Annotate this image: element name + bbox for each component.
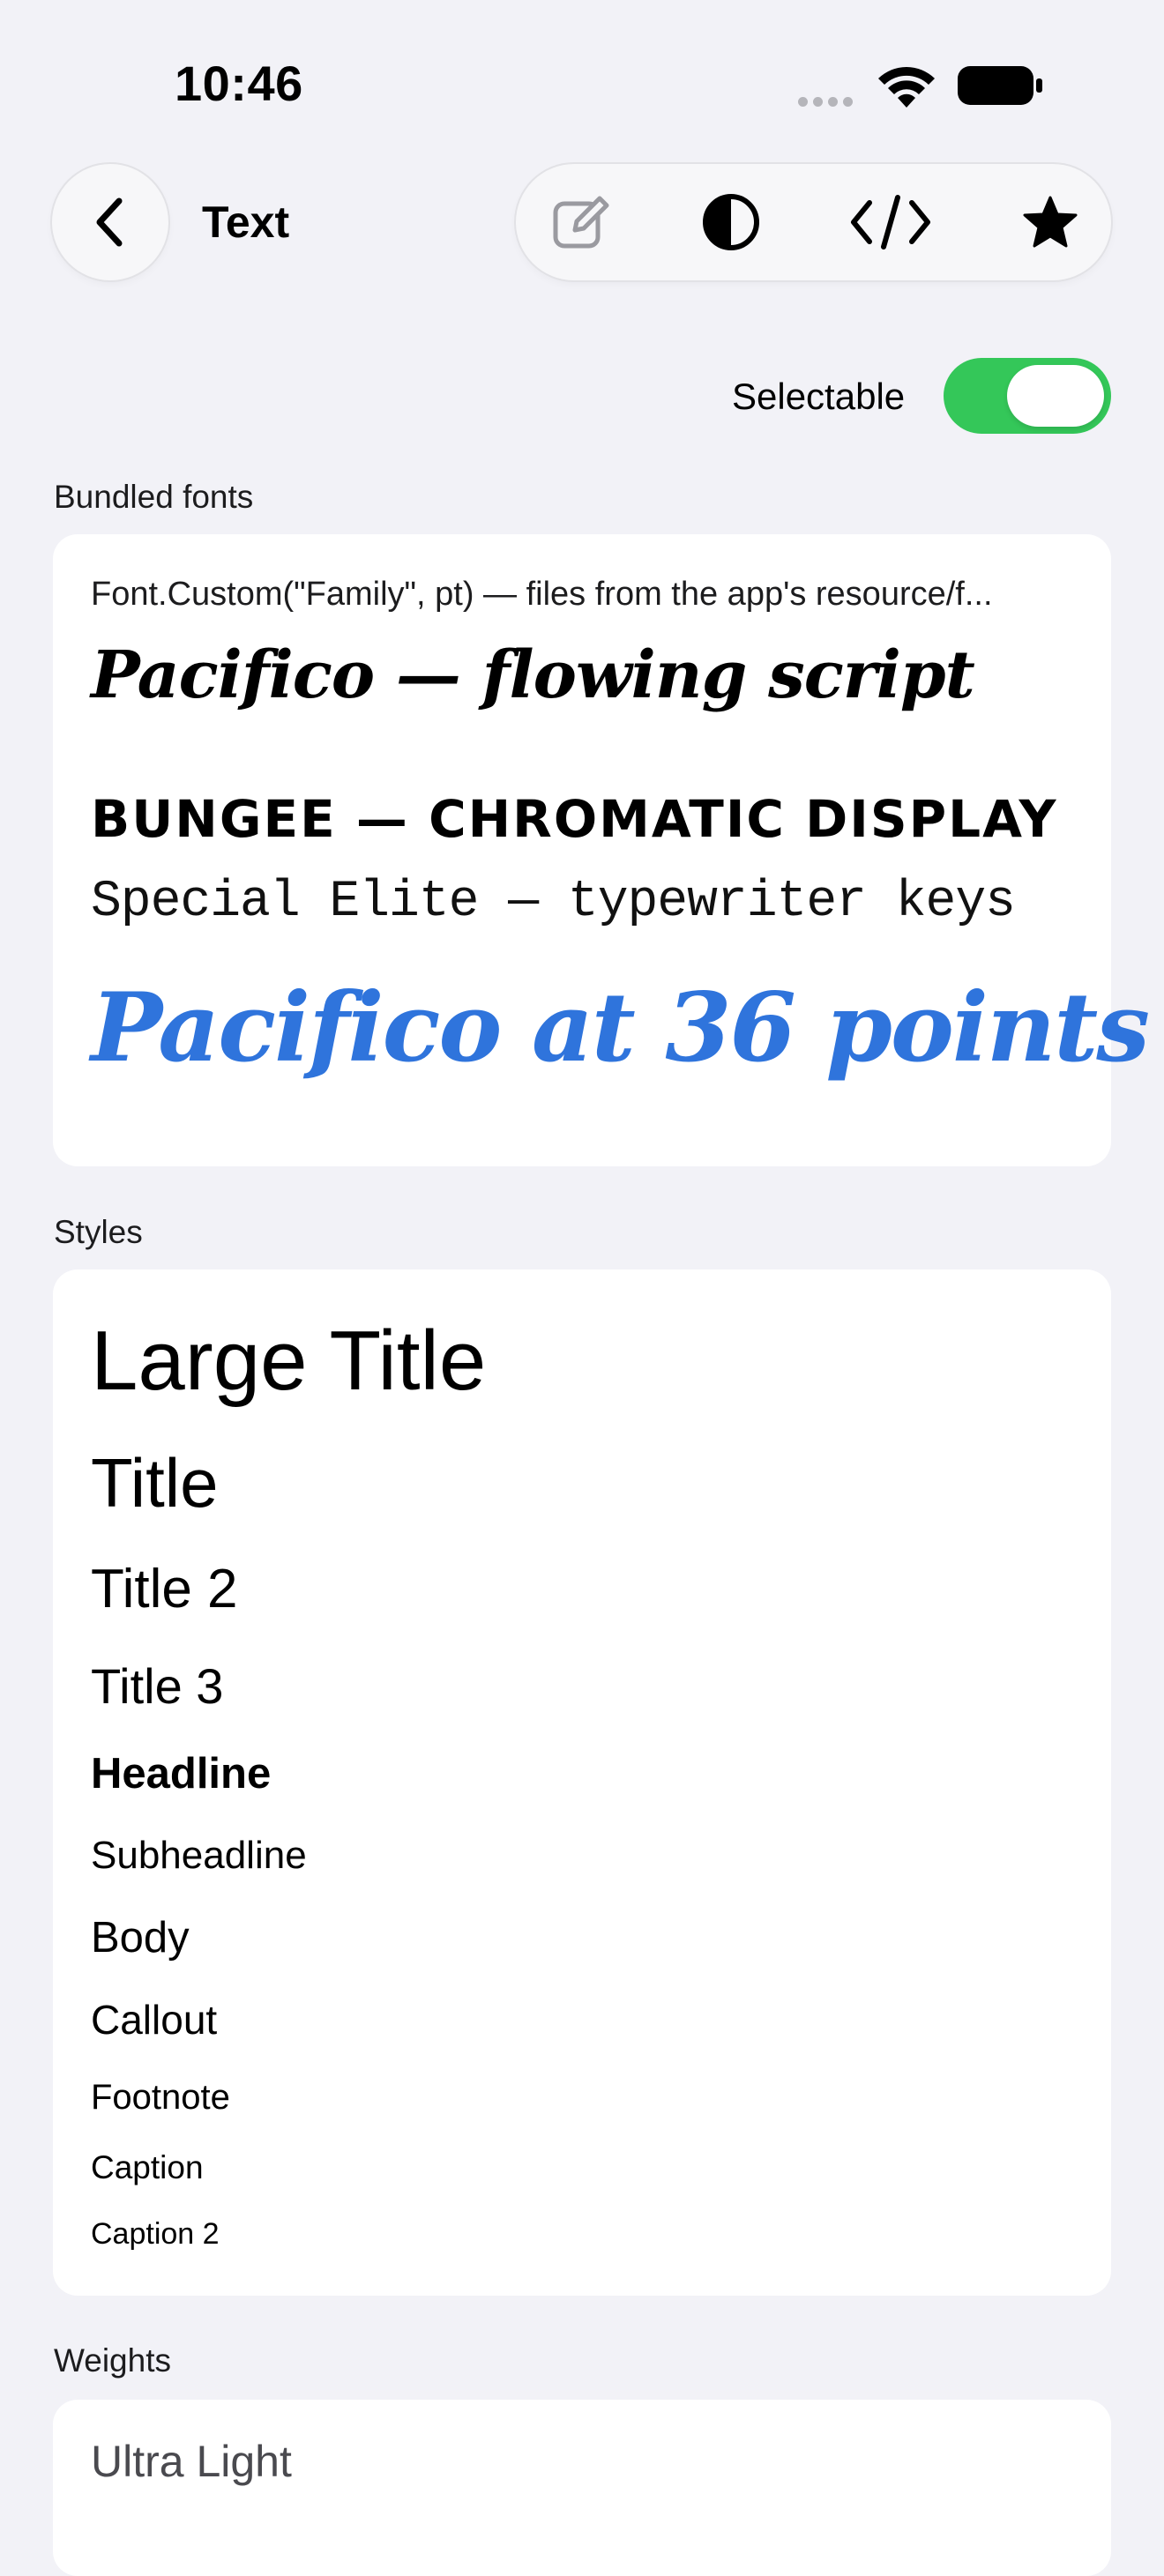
edit-button[interactable] (523, 164, 639, 280)
section-header-weights: Weights (54, 2342, 171, 2379)
style-large-title: Large Title (91, 1314, 487, 1408)
selectable-label: Selectable (732, 376, 906, 417)
contrast-button[interactable] (673, 164, 789, 280)
section-header-styles: Styles (54, 1214, 143, 1250)
favorite-button[interactable] (992, 164, 1108, 280)
pacifico-large-sample: Pacifico at 36 points (91, 972, 1150, 1083)
code-button[interactable] (832, 164, 949, 280)
pacifico-sample: Pacifico — flowing script (91, 637, 975, 713)
selectable-toggle[interactable] (944, 358, 1111, 434)
chevron-left-icon (96, 197, 123, 247)
edit-icon (553, 196, 609, 249)
star-icon (1023, 196, 1078, 248)
wifi-icon (878, 67, 935, 108)
code-icon (851, 195, 930, 249)
style-title-3: Title 3 (91, 1658, 224, 1714)
signal-dots-icon (798, 95, 858, 111)
style-body: Body (91, 1914, 190, 1962)
battery-icon (958, 66, 1042, 105)
toolbar (516, 164, 1111, 280)
contrast-icon (703, 194, 759, 250)
page-title: Text (202, 197, 290, 247)
weight-ultra-light: Ultra Light (91, 2437, 292, 2486)
status-time: 10:46 (175, 56, 303, 111)
font-custom-description: Font.Custom("Family", pt) — files from t… (91, 576, 993, 613)
weights-card: Ultra Light (53, 2400, 1111, 2576)
style-callout: Callout (91, 1997, 218, 2043)
style-subheadline: Subheadline (91, 1834, 307, 1877)
special-elite-sample: Special Elite — typewriter keys (91, 874, 1016, 931)
bundled-fonts-card: Font.Custom("Family", pt) — files from t… (53, 534, 1150, 1166)
style-headline: Headline (91, 1750, 272, 1798)
style-footnote: Footnote (91, 2078, 230, 2117)
style-title: Title (91, 1444, 219, 1522)
style-caption-2: Caption 2 (91, 2217, 220, 2251)
back-button[interactable] (52, 164, 168, 280)
styles-card: Large Title Title Title 2 Title 3 Headli… (53, 1269, 1111, 2296)
section-header-bundled-fonts: Bundled fonts (54, 479, 254, 515)
bungee-sample: BUNGEE — CHROMATIC DISPLAY (91, 789, 1058, 849)
style-title-2: Title 2 (91, 1559, 238, 1619)
style-caption: Caption (91, 2149, 204, 2185)
toggle-knob (1007, 365, 1104, 427)
